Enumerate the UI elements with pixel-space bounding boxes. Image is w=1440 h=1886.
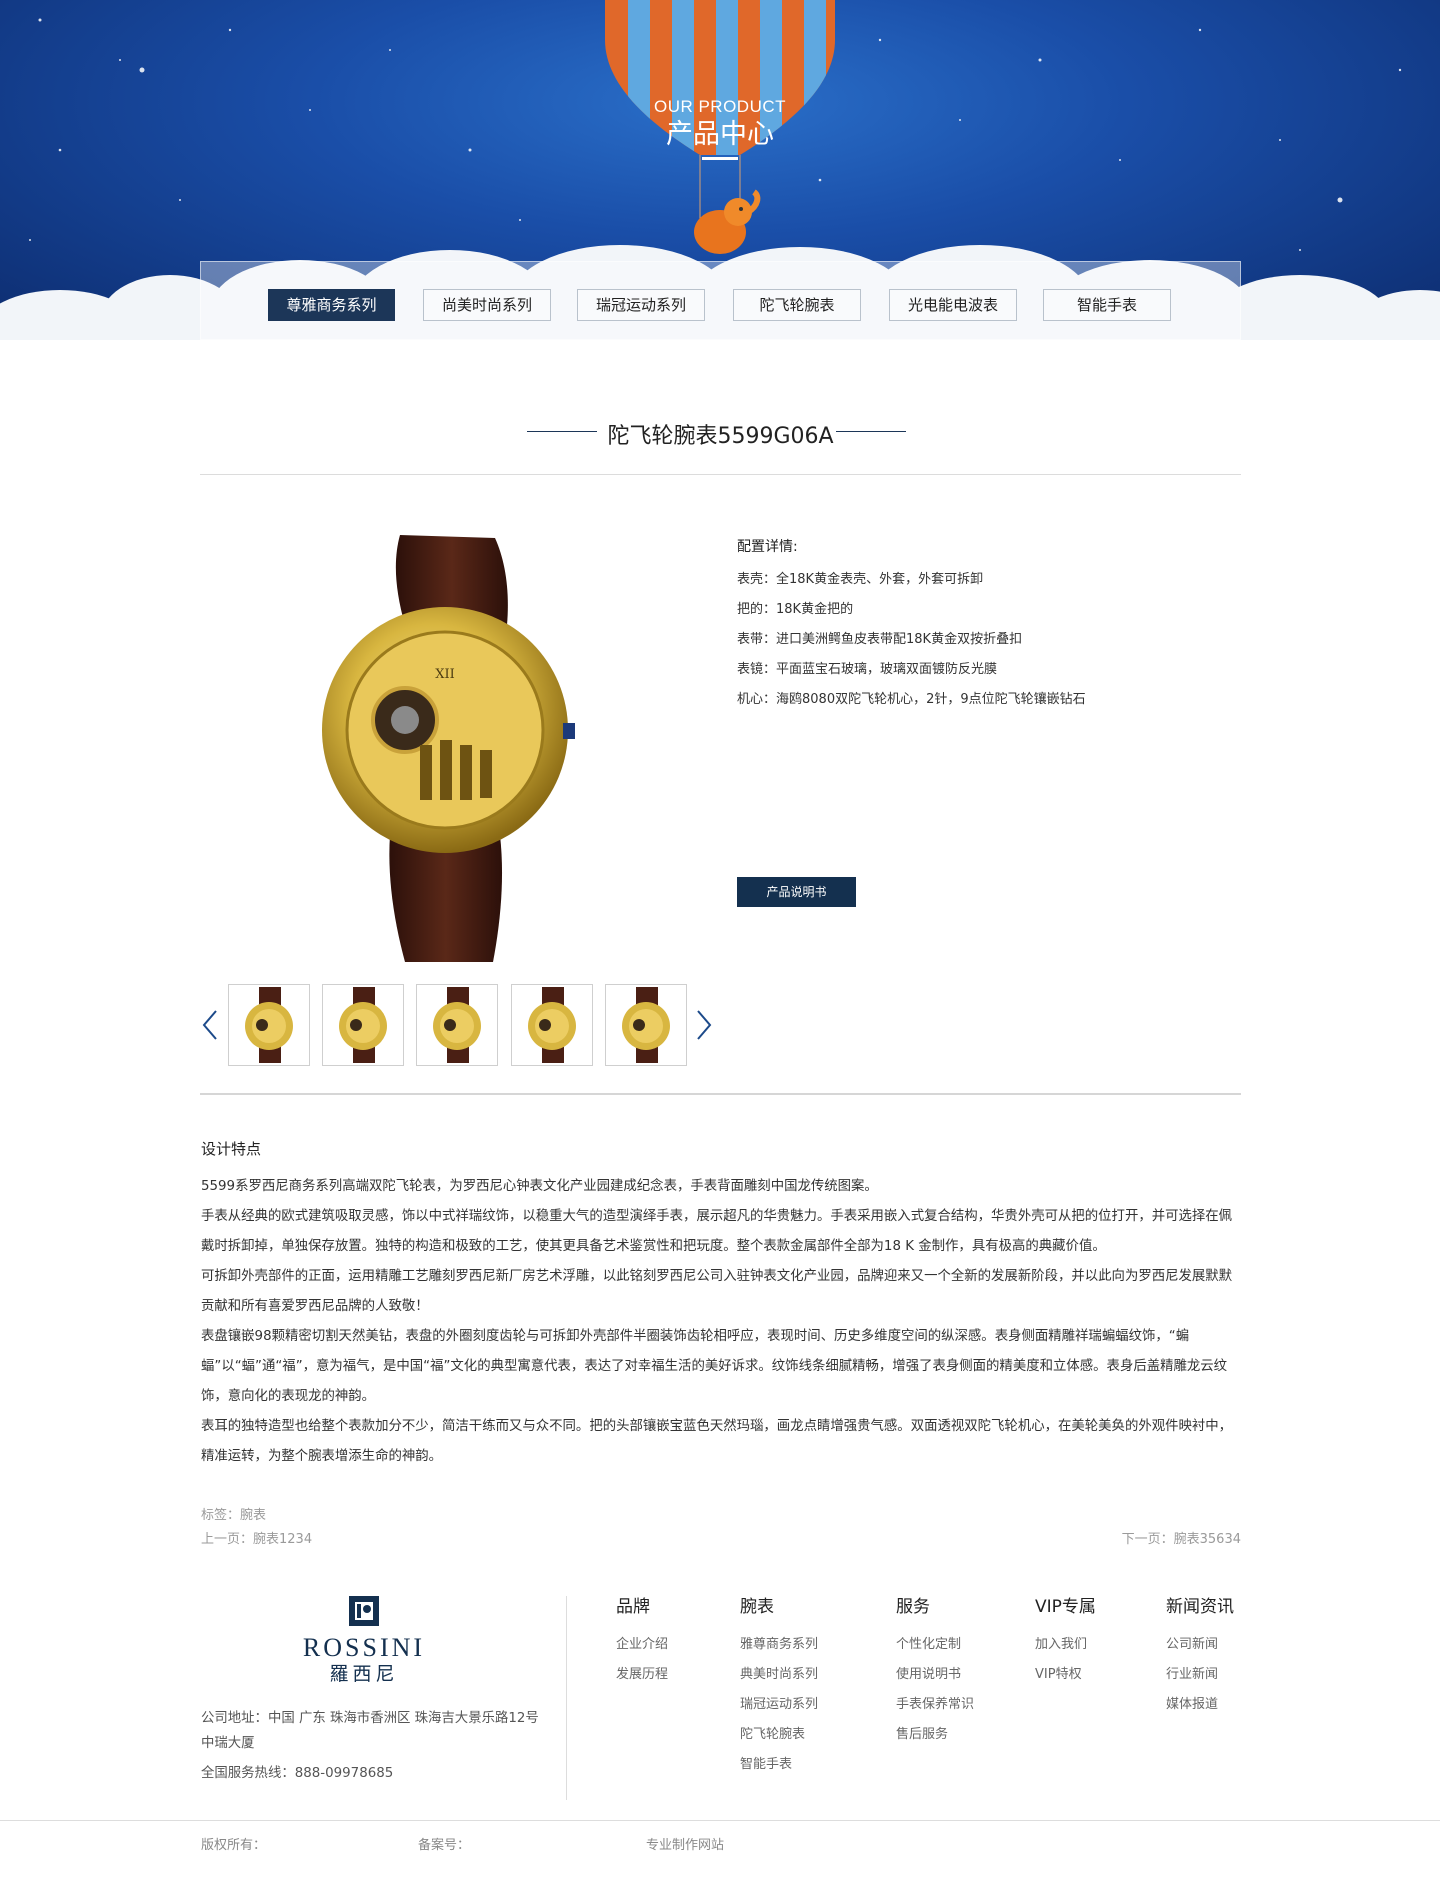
- spec-case: 表壳：全18K黄金表壳、外套，外套可拆卸: [737, 572, 984, 587]
- footer-column-title: VIP专属: [1035, 1597, 1096, 1617]
- footer-link[interactable]: 企业介绍: [616, 1630, 668, 1660]
- banner-title: OUR PRODUCT 产品中心: [620, 97, 820, 160]
- tab-radio-solar[interactable]: 光电能电波表: [889, 289, 1017, 321]
- footer-link[interactable]: 瑞冠运动系列: [740, 1690, 818, 1720]
- thumbnail-2[interactable]: [322, 984, 404, 1066]
- footer-link[interactable]: 个性化定制: [896, 1630, 974, 1660]
- title-deco-line-right: [836, 431, 906, 432]
- footer-column-title: 新闻资讯: [1166, 1597, 1234, 1617]
- chevron-right-icon[interactable]: [692, 1008, 714, 1042]
- footer-column-vip: VIP专属 加入我们 VIP特权: [1035, 1594, 1096, 1690]
- tab-fashion-series[interactable]: 尚美时尚系列: [423, 289, 551, 321]
- chevron-left-icon[interactable]: [200, 1008, 222, 1042]
- icp-record-text: 备案号：: [418, 1838, 471, 1853]
- prev-page-link[interactable]: 上一页：腕表1234: [201, 1528, 312, 1547]
- footer-bottom-divider: [0, 1820, 1440, 1821]
- footer-link[interactable]: 雅尊商务系列: [740, 1630, 818, 1660]
- footer-link[interactable]: 发展历程: [616, 1660, 668, 1690]
- svg-text:羅西尼: 羅西尼: [329, 1663, 398, 1685]
- footer-link[interactable]: 智能手表: [740, 1750, 818, 1780]
- footer-link[interactable]: 媒体报道: [1166, 1690, 1234, 1720]
- spec-panel: 配置详情: 表壳：全18K黄金表壳、外套，外套可拆卸 把的：18K黄金把的 表带…: [737, 535, 1237, 715]
- spec-title: 配置详情:: [737, 539, 798, 555]
- manual-button[interactable]: 产品说明书: [737, 877, 856, 907]
- design-body: 5599系罗西尼商务系列高端双陀飞轮表，为罗西尼心钟表文化产业园建成纪念表，手表…: [201, 1172, 1239, 1472]
- product-main-image: XII: [322, 535, 575, 962]
- design-paragraph: 手表从经典的欧式建筑吸取灵感，饰以中式祥瑞纹饰，以稳重大气的造型演绎手表，展示超…: [201, 1209, 1233, 1254]
- design-paragraph: 表盘镶嵌98颗精密切割天然美钻，表盘的外圈刻度齿轮与可拆卸外壳部件半圈装饰齿轮相…: [201, 1329, 1228, 1404]
- watch-thumb-icon: [528, 987, 576, 1063]
- thumbnail-3[interactable]: [416, 984, 498, 1066]
- product-title: 陀飞轮腕表5599G06A: [607, 424, 834, 449]
- rossini-logo: ROSSINI 羅西尼: [303, 1596, 425, 1685]
- svg-text:ROSSINI: ROSSINI: [303, 1633, 425, 1662]
- spec-glass: 表镜：平面蓝宝石玻璃，玻璃双面镀防反光膜: [737, 662, 998, 677]
- tag-label: 标签：腕表: [201, 1508, 267, 1523]
- watch-thumb-icon: [245, 987, 293, 1063]
- watch-thumb-icon: [339, 987, 387, 1063]
- company-address: 公司地址：中国 广东 珠海市香洲区 珠海吉大景乐路12号中瑞大厦: [201, 1711, 539, 1751]
- divider: [200, 1093, 1241, 1095]
- svg-text:XII: XII: [435, 667, 455, 682]
- divider: [200, 474, 1241, 475]
- tab-smart-watch[interactable]: 智能手表: [1043, 289, 1171, 321]
- thumbnail-5[interactable]: [605, 984, 687, 1066]
- next-page-link[interactable]: 下一页：腕表35634: [1122, 1528, 1241, 1547]
- title-underline: [702, 157, 738, 160]
- footer-link[interactable]: 典美时尚系列: [740, 1660, 818, 1690]
- service-hotline: 全国服务热线：888-09978685: [201, 1766, 394, 1781]
- footer-column-watches: 腕表 雅尊商务系列 典美时尚系列 瑞冠运动系列 陀飞轮腕表 智能手表: [740, 1594, 818, 1780]
- footer-link[interactable]: 手表保养常识: [896, 1690, 974, 1720]
- design-paragraph: 5599系罗西尼商务系列高端双陀飞轮表，为罗西尼心钟表文化产业园建成纪念表，手表…: [201, 1179, 878, 1194]
- banner-title-cn: 产品中心: [666, 119, 774, 150]
- thumbnail-1[interactable]: [228, 984, 310, 1066]
- design-title: 设计特点: [201, 1140, 262, 1158]
- footer-link[interactable]: 公司新闻: [1166, 1630, 1234, 1660]
- footer-link[interactable]: 陀飞轮腕表: [740, 1720, 818, 1750]
- tab-business-series[interactable]: 尊雅商务系列: [268, 289, 395, 321]
- product-title-row: 陀飞轮腕表5599G06A: [200, 412, 1241, 452]
- footer-column-news: 新闻资讯 公司新闻 行业新闻 媒体报道: [1166, 1594, 1234, 1720]
- banner-title-en: OUR PRODUCT: [653, 97, 787, 116]
- footer-link[interactable]: 加入我们: [1035, 1630, 1096, 1660]
- footer-column-service: 服务 个性化定制 使用说明书 手表保养常识 售后服务: [896, 1594, 974, 1750]
- tab-sport-series[interactable]: 瑞冠运动系列: [577, 289, 705, 321]
- footer-divider: [566, 1596, 567, 1800]
- footer-link[interactable]: 行业新闻: [1166, 1660, 1234, 1690]
- footer-column-title: 腕表: [740, 1597, 774, 1617]
- spec-strap: 表带：进口美洲鳄鱼皮表带配18K黄金双按折叠扣: [737, 632, 1023, 647]
- tab-tourbillon[interactable]: 陀飞轮腕表: [733, 289, 861, 321]
- watch-thumb-icon: [622, 987, 670, 1063]
- spec-movement: 机心：海鸥8080双陀飞轮机心，2针，9点位陀飞轮镶嵌钻石: [737, 692, 1086, 707]
- footer-column-title: 品牌: [616, 1597, 650, 1617]
- design-paragraph: 表耳的独特造型也给整个表款加分不少，简洁干练而又与众不同。把的头部镶嵌宝蓝色天然…: [201, 1419, 1233, 1464]
- watch-thumb-icon: [433, 987, 481, 1063]
- design-paragraph: 可拆卸外壳部件的正面，运用精雕工艺雕刻罗西尼新厂房艺术浮雕，以此铭刻罗西尼公司入…: [201, 1269, 1233, 1314]
- site-maker-link[interactable]: 专业制作网站: [646, 1834, 724, 1853]
- footer-link[interactable]: VIP特权: [1035, 1660, 1096, 1690]
- copyright-text: 版权所有：: [201, 1838, 267, 1853]
- footer-link[interactable]: 使用说明书: [896, 1660, 974, 1690]
- thumbnail-carousel: [200, 984, 720, 1066]
- thumbnail-4[interactable]: [511, 984, 593, 1066]
- footer-column-title: 服务: [896, 1597, 930, 1617]
- footer-link[interactable]: 售后服务: [896, 1720, 974, 1750]
- footer-column-brand: 品牌 企业介绍 发展历程: [616, 1594, 668, 1690]
- spec-crown: 把的：18K黄金把的: [737, 602, 854, 617]
